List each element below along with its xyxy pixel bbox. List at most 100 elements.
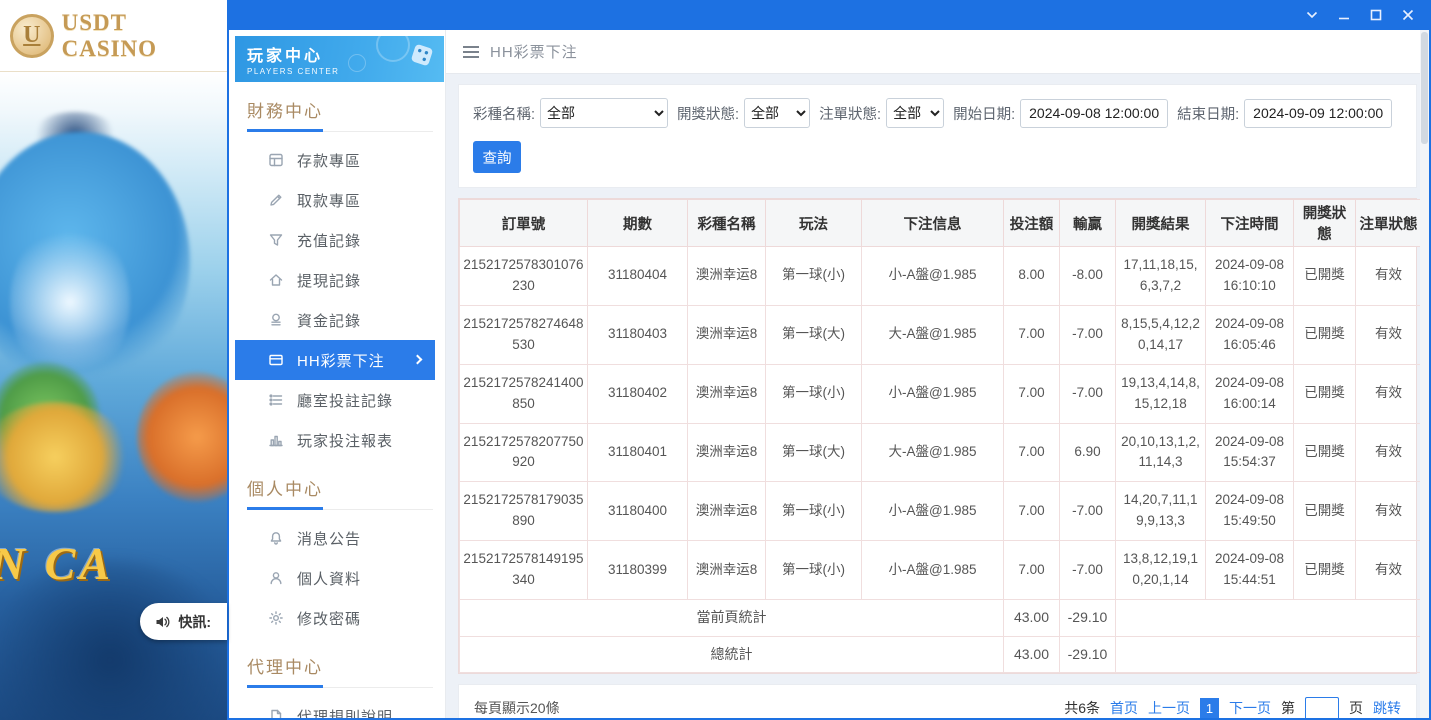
maximize-icon[interactable] [1361, 3, 1391, 27]
order-status-select[interactable]: 全部 [886, 98, 944, 128]
sidebar-item-withdraw-zone[interactable]: 取款專區 [235, 180, 435, 220]
page-total-row: 當前頁統計 43.00 -29.10 [460, 600, 1422, 637]
chevron-down-icon[interactable] [1297, 3, 1327, 27]
sidebar-item-label: 廳室投註記錄 [297, 390, 393, 411]
first-page-link[interactable]: 首页 [1110, 698, 1138, 718]
table-row: 2152172578241400850 31180402 澳洲幸运8 第一球(小… [460, 364, 1422, 423]
cell-lottery: 澳洲幸运8 [688, 364, 766, 423]
cell-bet-info: 小-A盤@1.985 [862, 541, 1004, 600]
cell-bet-amount: 7.00 [1004, 541, 1060, 600]
start-date-label: 開始日期: [953, 103, 1015, 124]
cell-result: 20,10,13,1,2,11,14,3 [1116, 423, 1206, 482]
artwork-letters: N CA [0, 537, 114, 590]
sidebar-item-agent-rules[interactable]: 代理規則說明 [235, 696, 435, 718]
coins-icon [268, 312, 284, 328]
sidebar-item-label: 充值記錄 [297, 230, 361, 251]
cell-winloss: -7.00 [1060, 482, 1116, 541]
cell-bet-time: 2024-09-08 16:05:46 [1206, 305, 1294, 364]
cell-order-id: 2152172578301076230 [460, 247, 588, 306]
funnel-icon [268, 232, 284, 248]
screen: U USDT CASINO N CA 快訊: [0, 0, 1431, 720]
cell-bet-time: 2024-09-08 16:00:14 [1206, 364, 1294, 423]
sidebar: 玩家中心 PLAYERS CENTER 財務中心 存款專區 [229, 30, 446, 718]
cell-bet-info: 大-A盤@1.985 [862, 305, 1004, 364]
sidebar-item-recharge-record[interactable]: 充值記錄 [235, 220, 435, 260]
megaphone-icon [154, 614, 171, 630]
sidebar-item-profile[interactable]: 個人資料 [235, 558, 435, 598]
sidebar-item-hh-lottery-bets[interactable]: HH彩票下注 [235, 340, 435, 380]
content: 彩種名稱: 全部 開獎狀態: 全部 注單狀態: 全部 [446, 74, 1429, 718]
cell-bet-time: 2024-09-08 15:44:51 [1206, 541, 1294, 600]
sidebar-item-withdrawal-record[interactable]: 提現記錄 [235, 260, 435, 300]
col-header: 輸贏 [1060, 200, 1116, 247]
cell-period: 31180401 [588, 423, 688, 482]
jump-prefix-label: 第 [1281, 698, 1295, 718]
bar-chart-icon [268, 432, 284, 448]
total-count: 共6条 [1064, 698, 1100, 718]
jump-button[interactable]: 跳转 [1373, 698, 1401, 718]
close-icon[interactable] [1393, 3, 1423, 27]
page-total-empty [1116, 600, 1422, 637]
cell-order-status: 有效 [1356, 541, 1422, 600]
jump-suffix-label: 页 [1349, 698, 1363, 718]
cell-result: 17,11,18,15,6,3,7,2 [1116, 247, 1206, 306]
sidebar-item-label: 取款專區 [297, 190, 361, 211]
document-icon [268, 708, 284, 718]
minimize-icon[interactable] [1329, 3, 1359, 27]
page-jump-input[interactable] [1305, 697, 1339, 718]
player-center-subtitle: PLAYERS CENTER [247, 67, 432, 76]
lottery-name-select[interactable]: 全部 [540, 98, 668, 128]
search-button[interactable]: 查詢 [473, 141, 521, 173]
topbar: HH彩票下注 [446, 30, 1429, 74]
bubble-decoration [348, 54, 366, 72]
cell-draw-status: 已開獎 [1294, 541, 1356, 600]
quick-news-button[interactable]: 快訊: [140, 603, 227, 640]
col-header: 注單狀態 [1356, 200, 1422, 247]
table-row: 2152172578207750920 31180401 澳洲幸运8 第一球(大… [460, 423, 1422, 482]
sidebar-item-change-password[interactable]: 修改密碼 [235, 598, 435, 638]
start-date-input[interactable] [1020, 99, 1168, 128]
cell-lottery: 澳洲幸运8 [688, 482, 766, 541]
menu-hamburger-icon[interactable] [463, 46, 479, 58]
cell-result: 14,20,7,11,19,9,13,3 [1116, 482, 1206, 541]
sidebar-item-funds-record[interactable]: 資金記錄 [235, 300, 435, 340]
col-header: 下注時間 [1206, 200, 1294, 247]
sidebar-item-deposit-zone[interactable]: 存款專區 [235, 140, 435, 180]
col-header: 開獎結果 [1116, 200, 1206, 247]
sidebar-item-label: 存款專區 [297, 150, 361, 171]
sidebar-item-label: 修改密碼 [297, 608, 361, 629]
scrollbar-track[interactable] [1420, 30, 1429, 718]
cell-period: 31180403 [588, 305, 688, 364]
cell-period: 31180402 [588, 364, 688, 423]
promo-panel: U USDT CASINO N CA 快訊: [0, 0, 227, 720]
cell-order-status: 有效 [1356, 423, 1422, 482]
personal-menu: 消息公告 個人資料 修改密碼 [235, 518, 445, 638]
cell-draw-status: 已開獎 [1294, 305, 1356, 364]
end-date-input[interactable] [1244, 99, 1392, 128]
draw-status-select[interactable]: 全部 [744, 98, 810, 128]
ticket-icon [268, 352, 284, 368]
order-status-label: 注單狀態: [819, 103, 881, 124]
col-header: 期數 [588, 200, 688, 247]
artwork-shape [10, 222, 130, 382]
cell-winloss: -7.00 [1060, 305, 1116, 364]
pagination-bar: 每頁顯示20條 共6条 首页 上一页 1 下一页 第 页 跳转 [458, 684, 1417, 718]
grand-total-row: 總統計 43.00 -29.10 [460, 636, 1422, 673]
sidebar-item-room-bet-record[interactable]: 廳室投註記錄 [235, 380, 435, 420]
scrollbar-thumb[interactable] [1421, 32, 1428, 144]
next-page-link[interactable]: 下一页 [1229, 698, 1271, 718]
cell-order-id: 2152172578149195340 [460, 541, 588, 600]
cell-order-status: 有效 [1356, 305, 1422, 364]
sidebar-item-announcements[interactable]: 消息公告 [235, 518, 435, 558]
sidebar-item-player-bet-report[interactable]: 玩家投注報表 [235, 420, 435, 460]
window-titlebar [229, 0, 1429, 30]
bets-table-card: 訂單號 期數 彩種名稱 玩法 下注信息 投注額 輸贏 開獎結果 下注時間 開獎狀… [458, 198, 1417, 674]
section-title-finance: 財務中心 [247, 97, 433, 132]
cell-bet-info: 小-A盤@1.985 [862, 482, 1004, 541]
sidebar-item-label: HH彩票下注 [297, 350, 385, 371]
prev-page-link[interactable]: 上一页 [1148, 698, 1190, 718]
current-page-badge: 1 [1200, 698, 1219, 718]
cell-order-status: 有效 [1356, 482, 1422, 541]
grand-total-empty [1116, 636, 1422, 673]
cell-bet-info: 小-A盤@1.985 [862, 364, 1004, 423]
